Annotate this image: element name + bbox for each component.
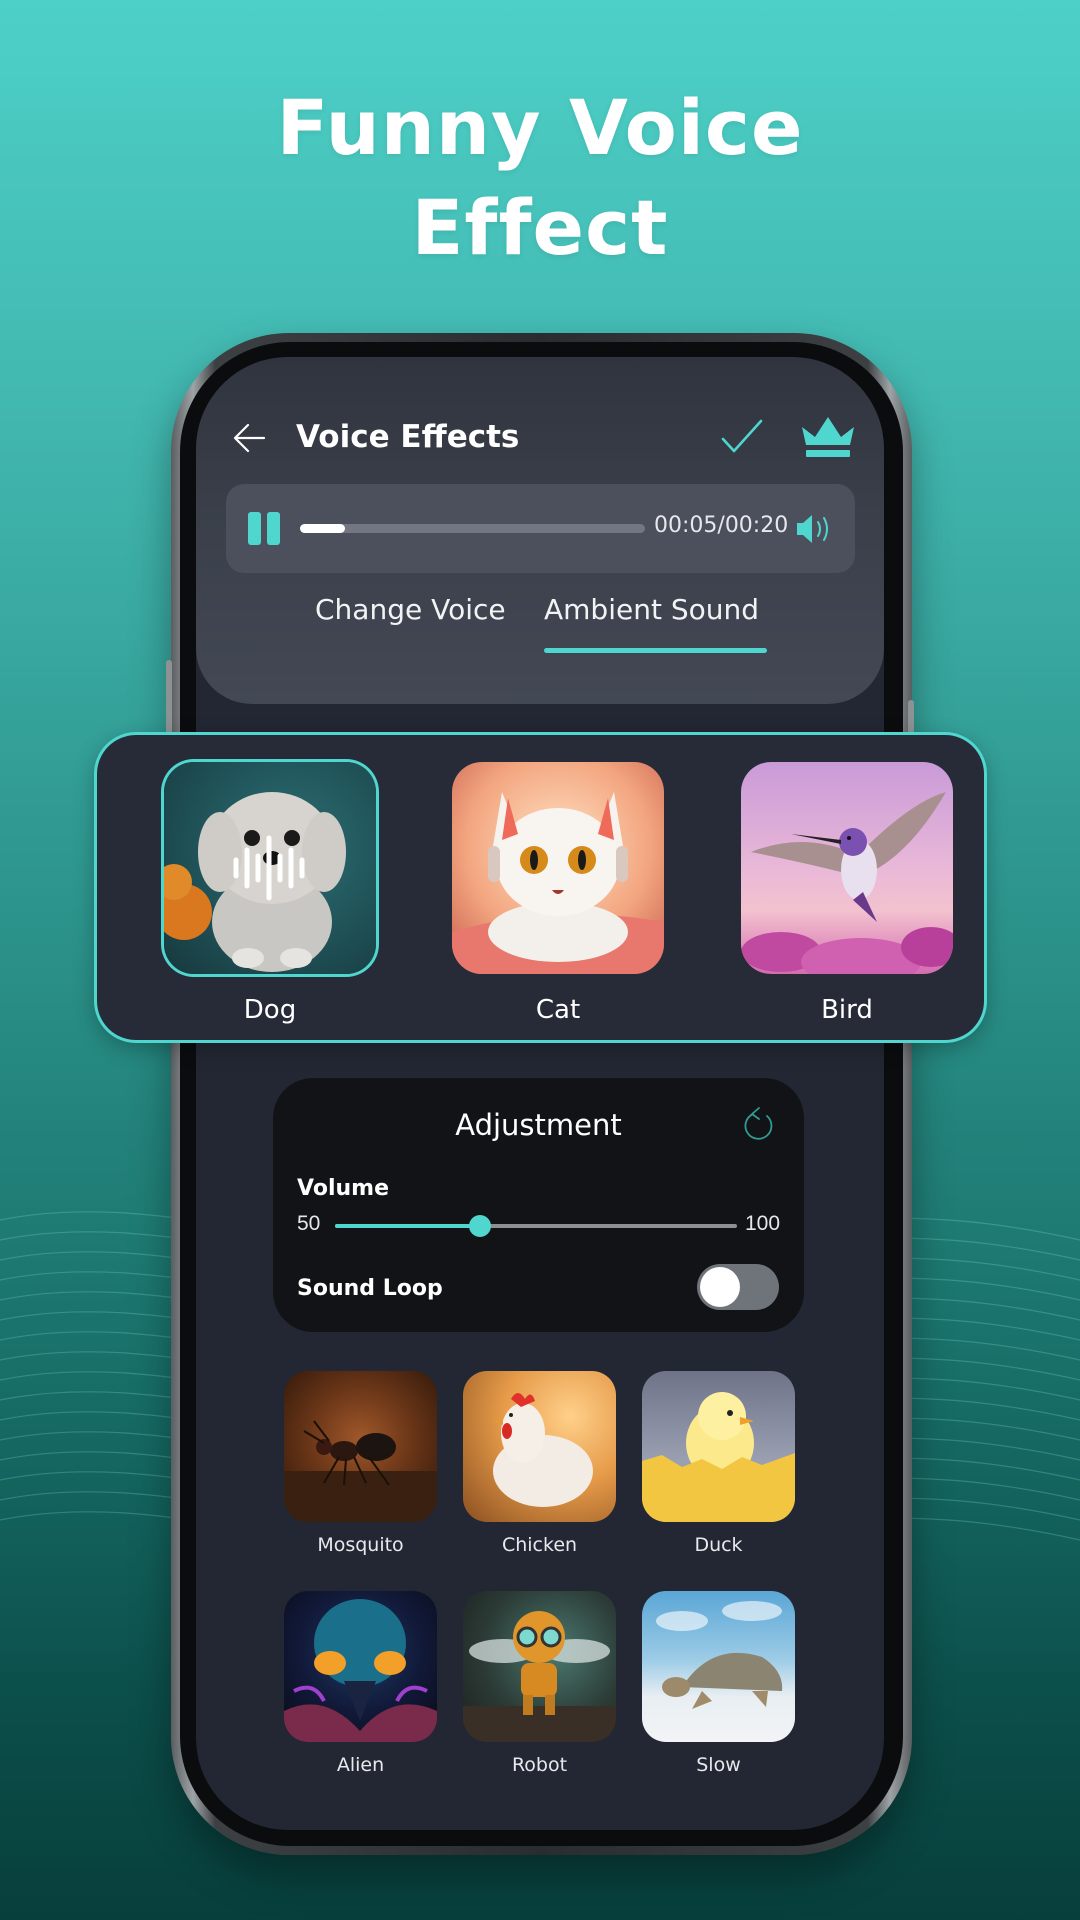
tab-ambient-sound[interactable]: Ambient Sound [544,593,759,626]
duck-image [642,1371,795,1522]
pause-button[interactable] [248,484,282,573]
app-screen: Voice Effects 00:05/00:20 Change Voice A… [196,357,884,1830]
volume-slider[interactable] [335,1215,737,1237]
tab-change-voice[interactable]: Change Voice [315,593,506,626]
effect-item-robot[interactable]: Robot [463,1591,616,1776]
confirm-button[interactable] [720,417,764,457]
effect-item-cat[interactable] [452,762,664,974]
crown-icon [802,417,854,457]
effect-item-chicken[interactable]: Chicken [463,1371,616,1556]
headline-line-2: Effect [411,183,669,272]
reset-button[interactable] [741,1106,775,1144]
sound-loop-label: Sound Loop [297,1276,443,1301]
alien-image [284,1591,437,1742]
playback-time: 00:05/00:20 [654,513,789,538]
effect-item-duck[interactable]: Duck [642,1371,795,1556]
chicken-illustration [493,1393,593,1507]
promo-headline: Funny Voice Effect [0,78,1080,278]
effect-label: Mosquito [317,1534,404,1556]
alien-illustration [284,1599,437,1742]
hummingbird-illustration [741,792,953,974]
chicken-image [463,1371,616,1522]
robot-illustration [463,1611,616,1742]
volume-label: Volume [297,1176,389,1201]
premium-button[interactable] [800,415,856,459]
effect-label: Duck [694,1534,743,1556]
featured-effects-card: Dog Cat Bird [94,732,987,1043]
headline-line-1: Funny Voice [276,83,804,172]
check-icon [721,419,763,453]
volume-max-label: 100 [745,1212,781,1235]
volume-slider-fill [335,1224,480,1228]
adjustment-title: Adjustment [455,1108,622,1142]
turtle-illustration [656,1601,783,1709]
effect-label: Slow [696,1754,741,1776]
adjustment-card: Adjustment Volume 50 100 Sound Loop [273,1078,804,1332]
effect-label-cat: Cat [535,995,581,1025]
effect-item-mosquito[interactable]: Mosquito [284,1371,437,1556]
reset-icon [744,1107,773,1140]
playback-progress-bar[interactable] [300,524,645,533]
effect-item-slow[interactable]: Slow [642,1591,795,1776]
arrow-left-icon [233,423,266,453]
slow-image [642,1591,795,1742]
robot-image [463,1591,616,1742]
page-title: Voice Effects [296,419,520,455]
speaker-icon [797,515,828,543]
effect-label-bird: Bird [821,995,873,1025]
effect-item-bird[interactable] [741,762,953,974]
cat-illustration [452,792,664,974]
volume-min-label: 50 [297,1212,321,1235]
volume-button[interactable] [794,510,832,548]
sound-loop-toggle[interactable] [697,1264,779,1310]
ant-illustration [284,1420,437,1522]
effect-label-dog: Dog [243,995,297,1025]
effect-label: Chicken [501,1534,578,1556]
audio-player: 00:05/00:20 [226,484,855,573]
toggle-knob [700,1267,740,1307]
back-button[interactable] [232,421,268,455]
header-panel: Voice Effects 00:05/00:20 Change Voice A… [196,357,884,704]
chick-illustration [642,1392,795,1522]
effect-item-dog[interactable] [164,762,376,974]
playback-progress-fill [300,524,345,533]
effect-item-alien[interactable]: Alien [284,1591,437,1776]
mosquito-image [284,1371,437,1522]
effect-label: Alien [336,1754,385,1776]
volume-slider-thumb[interactable] [468,1215,491,1237]
active-tab-indicator [544,648,767,653]
waveform-icon [233,835,305,901]
effect-label: Robot [511,1754,568,1776]
